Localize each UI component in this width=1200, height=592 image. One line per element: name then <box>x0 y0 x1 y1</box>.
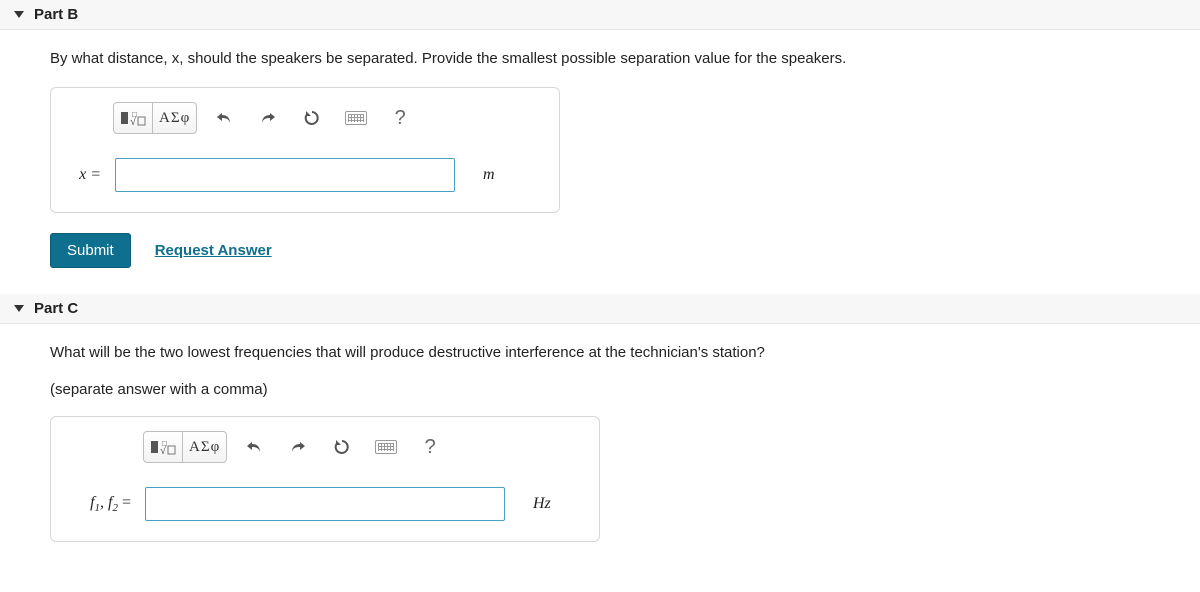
template-symbol-group: □ √ ΑΣφ <box>113 102 197 134</box>
part-c-toolbar: □ √ ΑΣφ ? <box>143 431 585 463</box>
template-symbol-group: □ √ ΑΣφ <box>143 431 227 463</box>
keyboard-icon <box>375 440 397 454</box>
part-b-unit: m <box>483 166 495 184</box>
help-button[interactable]: ? <box>383 103 417 133</box>
part-b-question: By what distance, x, should the speakers… <box>50 50 1150 67</box>
part-c-title: Part C <box>34 300 78 317</box>
redo-button[interactable] <box>251 103 285 133</box>
submit-button[interactable]: Submit <box>50 233 131 268</box>
part-c-answer-row: f1, f2 = Hz <box>65 487 585 521</box>
part-b-toolbar: □ √ ΑΣφ ? <box>113 102 545 134</box>
caret-down-icon <box>14 11 24 18</box>
part-b-answer-panel: □ √ ΑΣφ ? <box>50 87 560 213</box>
keyboard-button[interactable] <box>369 432 403 462</box>
reset-button[interactable] <box>325 432 359 462</box>
part-b-actions: Submit Request Answer <box>50 233 1150 268</box>
redo-button[interactable] <box>281 432 315 462</box>
part-c-body: What will be the two lowest frequencies … <box>0 324 1200 568</box>
reset-button[interactable] <box>295 103 329 133</box>
part-c-header[interactable]: Part C <box>0 294 1200 324</box>
part-c-answer-input[interactable] <box>145 487 505 521</box>
svg-text:√: √ <box>130 116 137 128</box>
request-answer-link[interactable]: Request Answer <box>155 242 272 259</box>
undo-button[interactable] <box>237 432 271 462</box>
part-c-answer-panel: □ √ ΑΣφ ? <box>50 416 600 542</box>
part-b-header[interactable]: Part B <box>0 0 1200 30</box>
part-c-var-label: f1, f2 = <box>65 494 135 514</box>
part-c-subnote: (separate answer with a comma) <box>50 381 1150 398</box>
part-b-title: Part B <box>34 6 78 23</box>
undo-button[interactable] <box>207 103 241 133</box>
keyboard-button[interactable] <box>339 103 373 133</box>
help-icon: ? <box>395 107 406 130</box>
caret-down-icon <box>14 305 24 312</box>
part-c-question: What will be the two lowest frequencies … <box>50 344 1150 361</box>
greek-symbols-button[interactable]: ΑΣφ <box>153 103 196 133</box>
greek-symbols-button[interactable]: ΑΣφ <box>183 432 226 462</box>
part-b-answer-row: x = m <box>65 158 545 192</box>
math-template-button[interactable]: □ √ <box>144 432 183 462</box>
part-c-unit: Hz <box>533 495 551 513</box>
part-b-answer-input[interactable] <box>115 158 455 192</box>
math-template-button[interactable]: □ √ <box>114 103 153 133</box>
keyboard-icon <box>345 111 367 125</box>
help-icon: ? <box>425 436 436 459</box>
svg-text:√: √ <box>160 445 167 457</box>
help-button[interactable]: ? <box>413 432 447 462</box>
part-b-var-label: x = <box>65 166 105 184</box>
part-b-body: By what distance, x, should the speakers… <box>0 30 1200 294</box>
